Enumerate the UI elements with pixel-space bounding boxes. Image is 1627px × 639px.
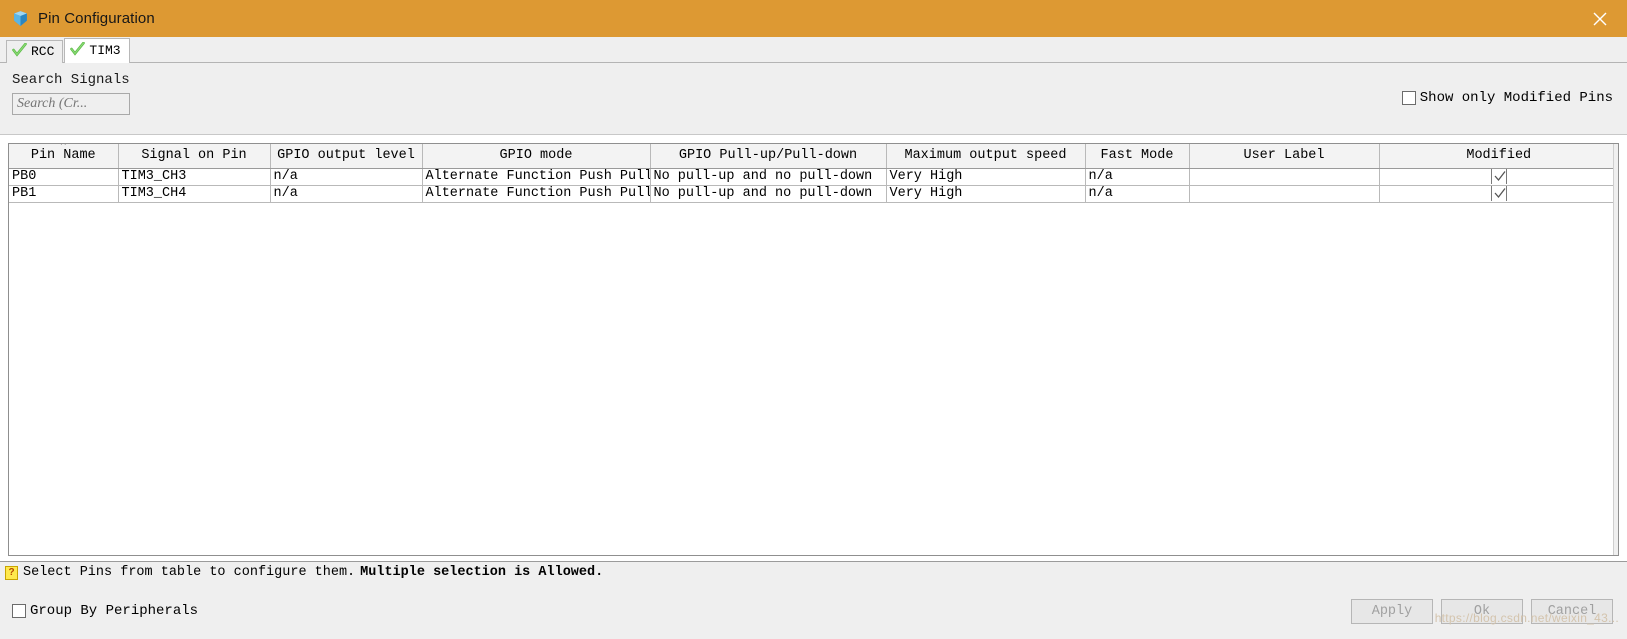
table-vertical-scrollbar[interactable] [1613,144,1618,555]
group-by-peripherals-label: Group By Peripherals [30,603,199,619]
modified-check-icon [1491,168,1508,184]
question-help-icon: ? [5,565,18,580]
group-by-peripherals-checkbox[interactable]: Group By Peripherals [12,603,198,619]
cell-pin-name: PB1 [9,185,119,203]
cancel-button[interactable]: Cancel [1531,598,1613,624]
cell-maximum-output-speed[interactable]: Very High [886,185,1086,203]
checkbox-box [12,604,26,618]
footer-button-row: Apply Ok Cancel [1351,598,1613,624]
cell-fast-mode[interactable]: n/a [1085,185,1190,203]
window-title-bar: Pin Configuration [0,0,1627,37]
column-header-label: GPIO output level [277,148,415,164]
cell-modified [1379,168,1618,186]
cell-pin-name: PB0 [9,168,119,186]
column-header-label: Maximum output speed [904,148,1067,164]
modified-check-icon [1491,185,1508,201]
cell-gpio-output-level[interactable]: n/a [270,185,423,203]
column-header-fast-mode[interactable]: Fast Mode [1085,144,1190,169]
column-header-label: User Label [1243,148,1325,164]
apply-button[interactable]: Apply [1351,598,1433,624]
status-bar: ? Select Pins from table to configure th… [0,561,1627,583]
pin-table-header-row: ⌃ Pin Name Signal on Pin GPIO output lev… [9,144,1618,169]
column-header-label: Fast Mode [1100,148,1174,164]
cell-modified [1379,185,1618,203]
checkbox-box [1401,91,1416,105]
green-check-icon [70,41,86,60]
column-header-label: Signal on Pin [141,148,247,164]
column-header-pin-name[interactable]: ⌃ Pin Name [9,144,119,169]
column-header-maximum-output-speed[interactable]: Maximum output speed [886,144,1086,169]
tab-tim3-label: TIM3 [89,42,121,58]
cube-icon [14,11,27,26]
peripheral-tab-strip: RCC TIM3 [0,37,1627,63]
pin-table-container: ⌃ Pin Name Signal on Pin GPIO output lev… [8,143,1619,556]
ok-button[interactable]: Ok [1441,598,1523,624]
search-panel: Search Signals Show only Modified Pins [0,63,1627,135]
column-header-gpio-pull-up-pull-down[interactable]: GPIO Pull-up/Pull-down [650,144,887,169]
green-check-icon [12,42,27,61]
status-emphasis-text: Multiple selection is Allowed. [360,565,604,580]
column-header-label: GPIO Pull-up/Pull-down [678,148,858,164]
table-row[interactable]: PB0 TIM3_CH3 n/a Alternate Function Push… [9,168,1618,186]
window-title: Pin Configuration [38,10,155,27]
close-button[interactable] [1583,2,1617,36]
cell-gpio-mode[interactable]: Alternate Function Push Pull [422,168,651,186]
cell-user-label[interactable] [1189,185,1380,203]
pin-table: ⌃ Pin Name Signal on Pin GPIO output lev… [9,144,1618,203]
show-only-modified-pins-label: Show only Modified Pins [1419,90,1613,106]
cell-signal-on-pin: TIM3_CH3 [118,168,271,186]
dialog-footer: Group By Peripherals Apply Ok Cancel htt… [0,583,1627,639]
show-only-modified-pins-checkbox[interactable]: Show only Modified Pins [1401,90,1613,106]
table-row[interactable]: PB1 TIM3_CH4 n/a Alternate Function Push… [9,185,1618,203]
column-header-gpio-mode[interactable]: GPIO mode [422,144,651,169]
column-header-label: GPIO mode [499,148,573,164]
cell-fast-mode[interactable]: n/a [1085,168,1190,186]
column-header-gpio-output-level[interactable]: GPIO output level [270,144,423,169]
search-signals-label: Search Signals [12,72,130,88]
column-header-user-label[interactable]: User Label [1189,144,1380,169]
tab-rcc-label: RCC [31,43,55,59]
tab-tim3[interactable]: TIM3 [64,38,130,63]
cell-user-label[interactable] [1189,168,1380,186]
cell-signal-on-pin: TIM3_CH4 [118,185,271,203]
sort-ascending-icon: ⌃ [59,144,67,153]
column-header-signal-on-pin[interactable]: Signal on Pin [118,144,271,169]
cell-gpio-mode[interactable]: Alternate Function Push Pull [422,185,651,203]
column-header-modified[interactable]: Modified [1379,144,1618,169]
column-header-label: Modified [1466,148,1532,164]
tab-rcc[interactable]: RCC [6,40,64,63]
search-input[interactable] [12,93,130,115]
cell-gpio-pull[interactable]: No pull-up and no pull-down [650,185,887,203]
cell-gpio-output-level[interactable]: n/a [270,168,423,186]
cell-maximum-output-speed[interactable]: Very High [886,168,1086,186]
cell-gpio-pull[interactable]: No pull-up and no pull-down [650,168,887,186]
close-icon [1593,12,1607,25]
status-text: Select Pins from table to configure them… [23,565,356,580]
